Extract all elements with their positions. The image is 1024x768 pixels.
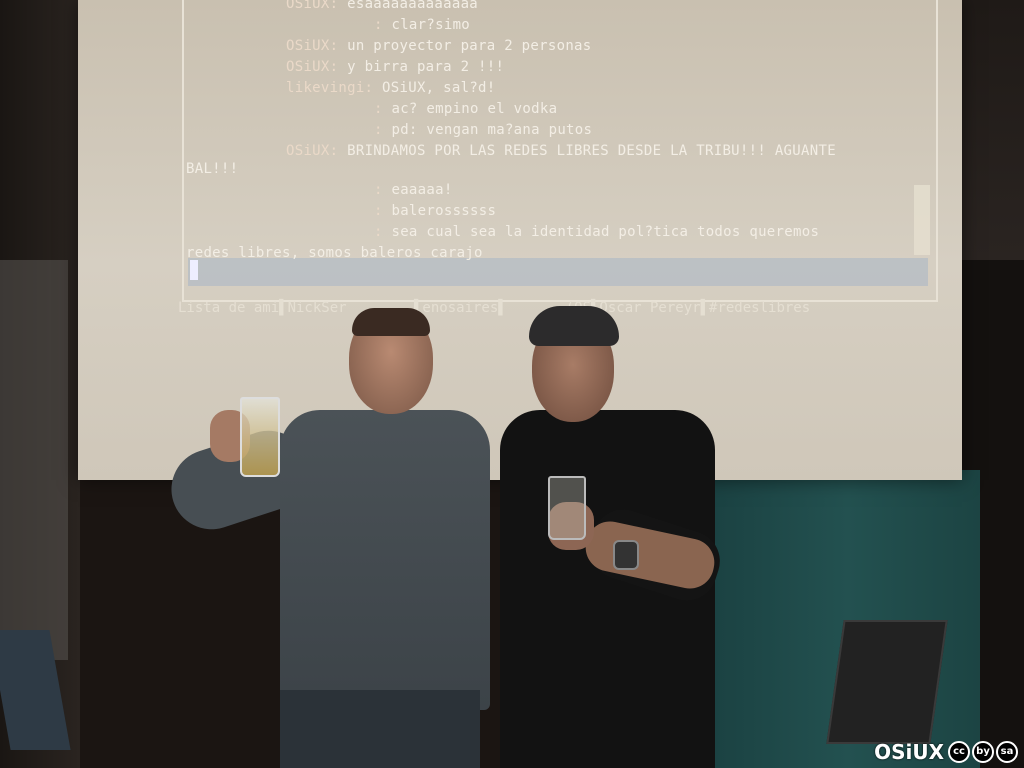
chat-nick: : <box>374 101 392 117</box>
chat-message: OSiUX, sal?d! <box>382 80 496 96</box>
chat-message: redes libres, somos baleros carajo <box>186 245 483 261</box>
chat-message: ac? empino el vodka <box>391 101 558 117</box>
chat-message: un proyector para 2 personas <box>347 38 592 54</box>
terminal-scrollbar <box>914 185 930 255</box>
chat-line: : clar?simo <box>374 17 470 33</box>
shelf <box>962 0 1024 260</box>
left-door <box>0 260 68 660</box>
beer-glass-left <box>240 397 280 477</box>
chat-message: BRINDAMOS POR LAS REDES LIBRES DESDE LA … <box>347 143 836 159</box>
wristwatch <box>613 540 639 570</box>
chat-message: esaaaaaaaaaaaaa <box>347 0 479 12</box>
chat-nick: likevingi: <box>286 80 383 96</box>
chat-line: OSiUX: BRINDAMOS POR LAS REDES LIBRES DE… <box>286 143 836 159</box>
chat-line: OSiUX: un proyector para 2 personas <box>286 38 592 54</box>
chat-nick: OSiUX: <box>286 143 348 159</box>
chat-nick: : <box>374 203 392 219</box>
chair <box>826 620 948 744</box>
cc-icon: cc <box>948 741 970 763</box>
chat-message: clar?simo <box>391 17 471 33</box>
person-right-hair <box>529 306 619 346</box>
watermark: OSiUX cc by sa <box>874 740 1018 764</box>
glass-right <box>548 476 586 540</box>
chat-line: likevingi: OSiUX, sal?d! <box>286 80 496 96</box>
terminal-input-bar <box>188 258 928 286</box>
chat-line: redes libres, somos baleros carajo <box>186 245 483 261</box>
chat-message: y birra para 2 !!! <box>347 59 505 75</box>
chat-nick: OSiUX: <box>286 38 348 54</box>
chat-nick: OSiUX: <box>286 59 348 75</box>
terminal-cursor <box>190 260 198 280</box>
person-left-hair <box>352 308 430 336</box>
photo-scene: OSiUX: esaaaaaaaaaaaaa: clar?simo OSiUX: … <box>0 0 1024 768</box>
cc-license-icons: cc by sa <box>948 741 1018 763</box>
chat-nick: : <box>374 17 392 33</box>
chat-message: eaaaaa! <box>391 182 453 198</box>
chat-nick: OSiUX: <box>286 0 348 12</box>
sa-icon: sa <box>996 741 1018 763</box>
by-icon: by <box>972 741 994 763</box>
status-line: Lista de ami▌NickSer ▌enosaires▌ (OS▌Osc… <box>178 300 811 316</box>
chat-message: BAL!!! <box>186 161 239 177</box>
chat-line: : pd: vengan ma?ana putos <box>374 122 592 138</box>
chat-nick: : <box>374 122 392 138</box>
chat-message: pd: vengan ma?ana putos <box>391 122 593 138</box>
person-left-shirt <box>280 410 490 710</box>
chat-line: OSiUX: esaaaaaaaaaaaaa <box>286 0 478 12</box>
chat-line: : balerossssss <box>374 203 496 219</box>
chat-line: : eaaaaa! <box>374 182 453 198</box>
chat-line: : ac? empino el vodka <box>374 101 557 117</box>
chat-message: sea cual sea la identidad pol?tica todos… <box>391 224 820 240</box>
chat-message: balerossssss <box>391 203 497 219</box>
chat-nick: : <box>374 224 392 240</box>
chat-line: BAL!!! <box>186 161 238 177</box>
chat-nick: : <box>374 182 392 198</box>
watermark-text: OSiUX <box>874 740 944 764</box>
person-left-jeans <box>280 690 480 768</box>
chat-line: : sea cual sea la identidad pol?tica tod… <box>374 224 819 240</box>
chat-line: OSiUX: y birra para 2 !!! <box>286 59 504 75</box>
